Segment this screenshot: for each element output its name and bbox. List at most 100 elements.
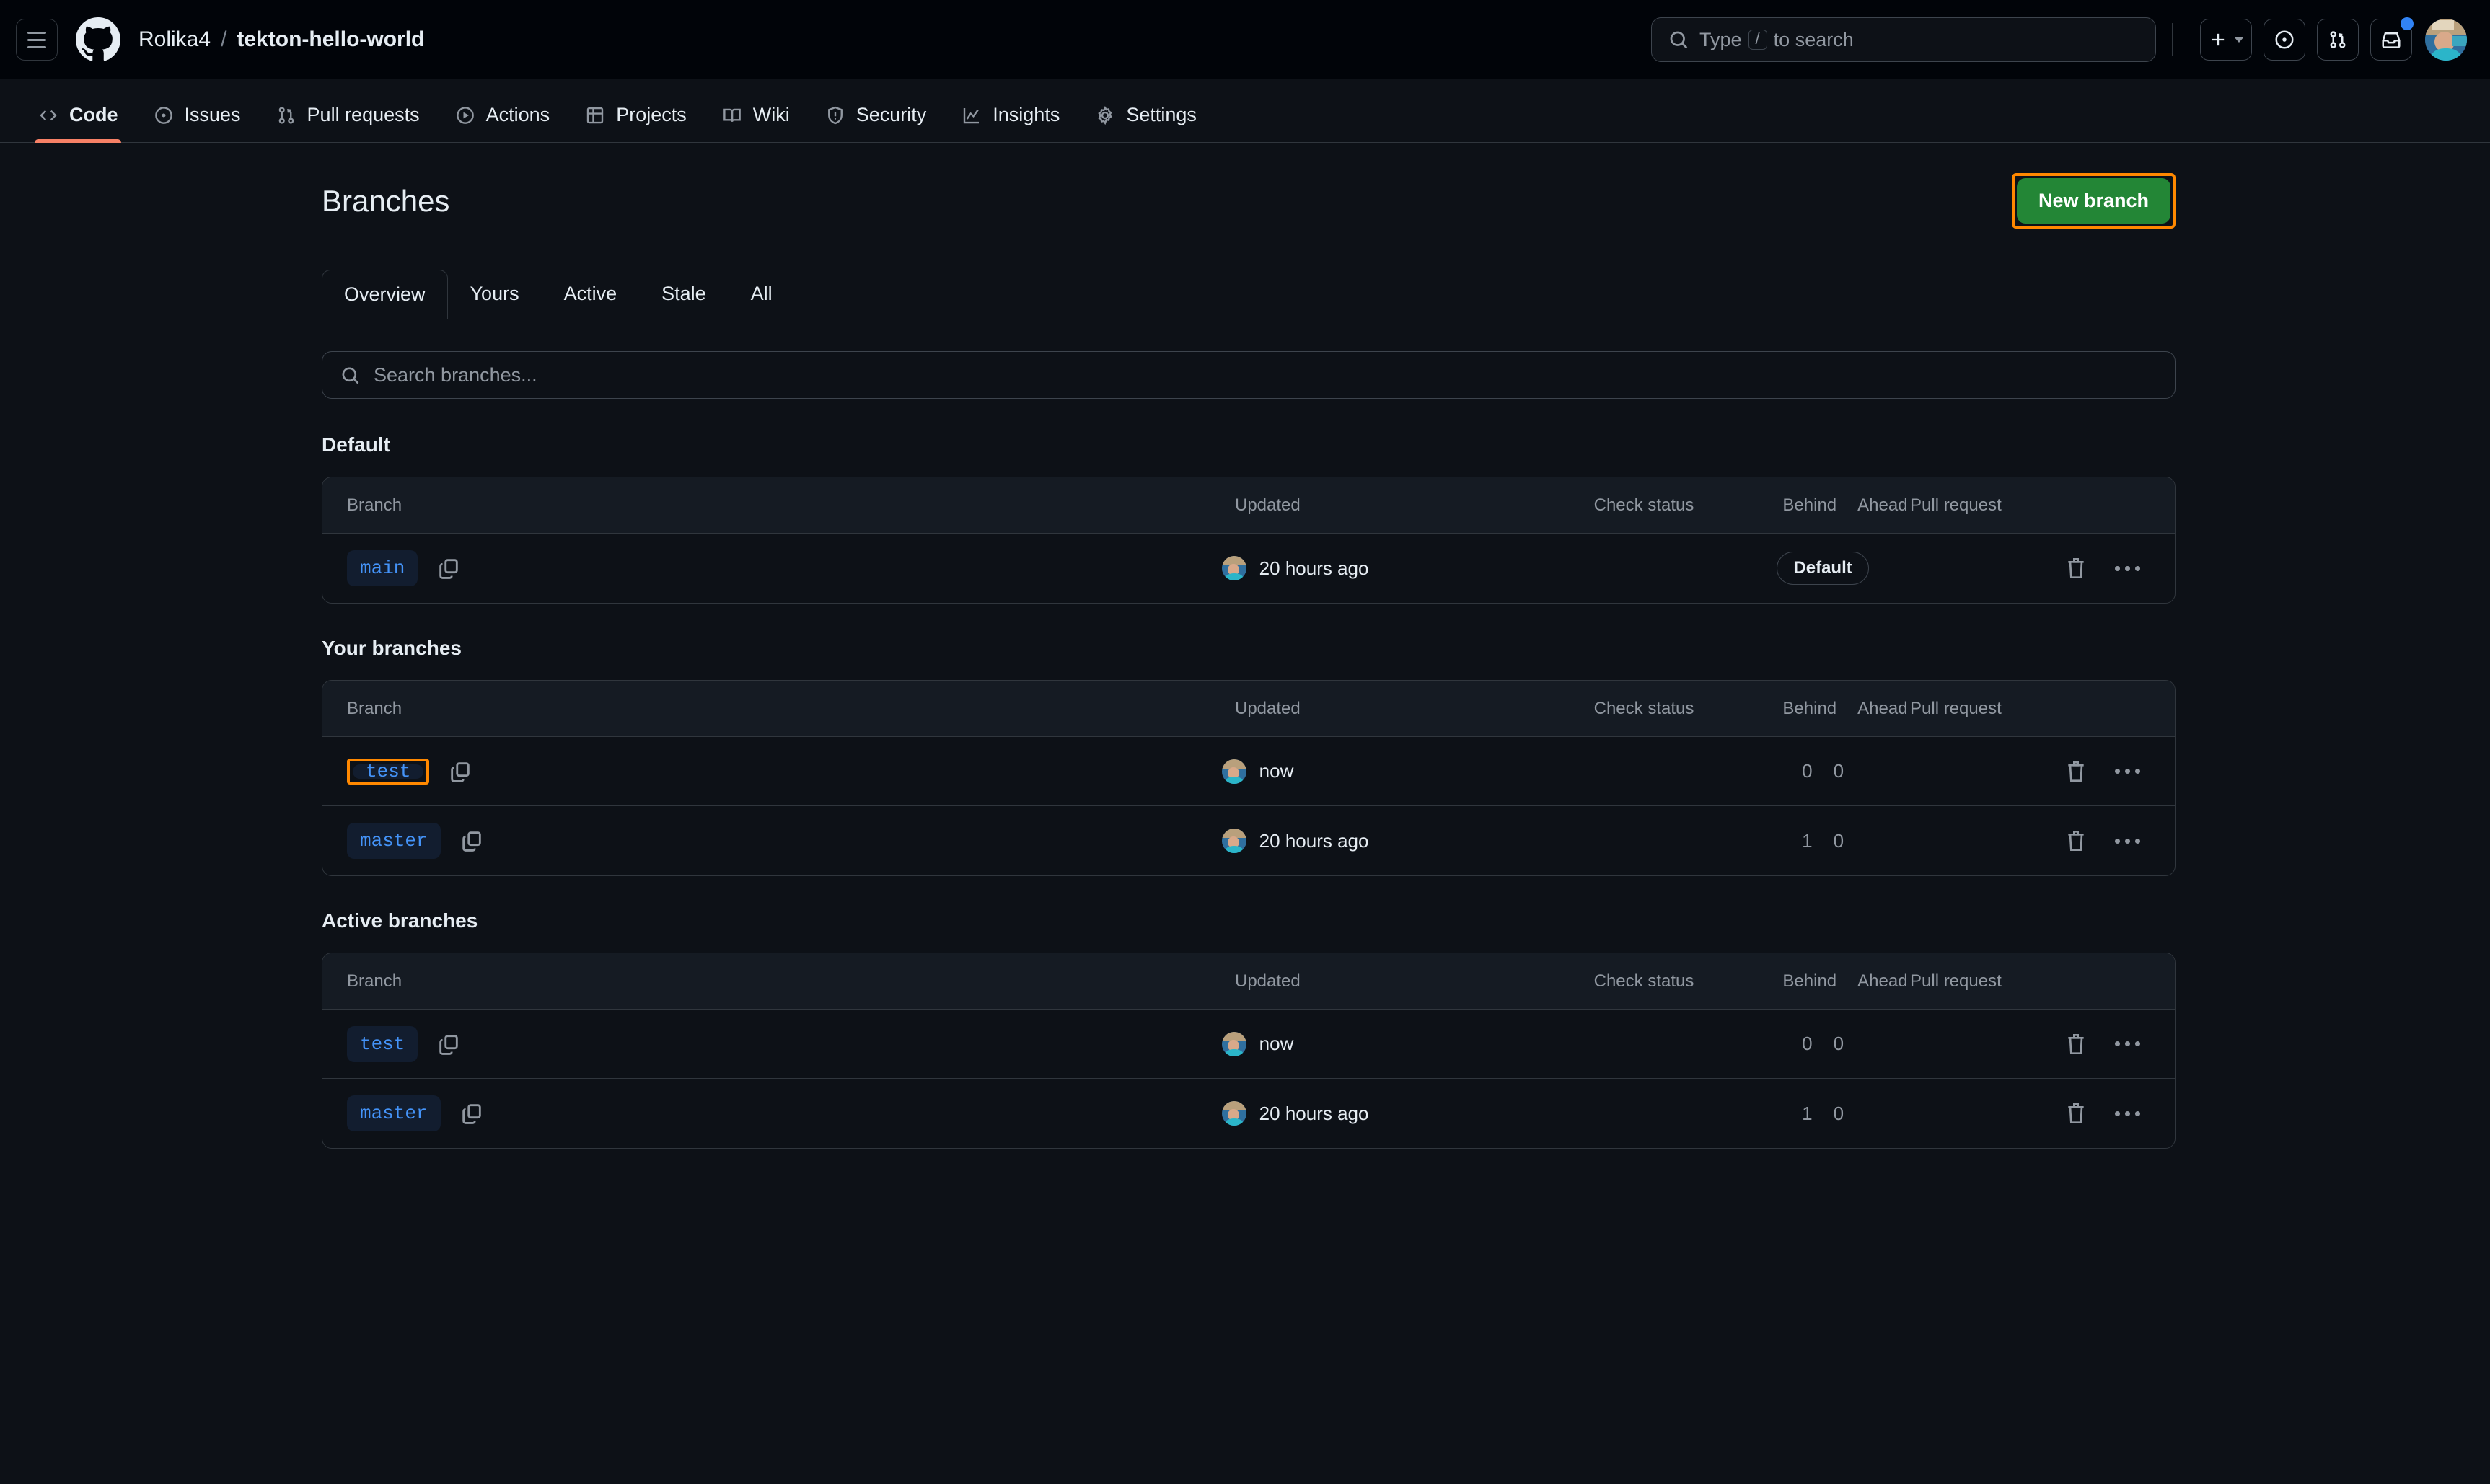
table-row: test now 0: [322, 737, 2175, 806]
column-header-branch: Branch: [322, 971, 1235, 991]
behind-ahead-cell: 0 0: [1759, 1023, 1886, 1065]
git-pull-request-icon: [2327, 29, 2349, 50]
git-pull-request-icon: [276, 105, 297, 126]
tab-projects[interactable]: Projects: [568, 104, 703, 142]
tab-stale[interactable]: Stale: [639, 269, 729, 319]
branch-link[interactable]: master: [347, 1095, 441, 1131]
table-header: Branch Updated Check status Behind Ahead…: [322, 953, 2175, 1010]
column-header-branch: Branch: [322, 699, 1235, 719]
tab-overview[interactable]: Overview: [322, 270, 448, 319]
column-header-ahead: Ahead: [1847, 495, 1907, 516]
row-actions: [2064, 828, 2175, 854]
more-options-icon[interactable]: [2112, 831, 2143, 851]
book-icon: [721, 105, 743, 126]
branch-link[interactable]: test: [353, 764, 423, 779]
github-logo-icon[interactable]: [74, 15, 123, 64]
behind-ahead-cell: 0 0: [1759, 751, 1886, 792]
tab-settings[interactable]: Settings: [1078, 104, 1213, 142]
table-row: test now 0: [322, 1010, 2175, 1079]
updated-time: 20 hours ago: [1259, 830, 1369, 852]
tab-security[interactable]: Security: [809, 104, 943, 142]
branch-link[interactable]: main: [347, 550, 418, 586]
tab-actions[interactable]: Actions: [439, 104, 566, 142]
header-divider: [2172, 23, 2173, 56]
graph-icon: [961, 105, 982, 126]
global-search-input[interactable]: Type / to search: [1651, 17, 2156, 62]
code-icon: [38, 105, 59, 126]
issue-opened-icon: [2274, 29, 2295, 50]
updated-cell: 20 hours ago: [1222, 1101, 1490, 1126]
column-header-behind: Behind: [1782, 495, 1847, 516]
copy-icon[interactable]: [459, 1101, 484, 1126]
breadcrumb-owner[interactable]: Rolika4: [138, 27, 211, 52]
behind-count: 1: [1802, 1092, 1823, 1134]
column-header-check-status: Check status: [1508, 971, 1780, 991]
trash-icon[interactable]: [2064, 759, 2088, 785]
table-row: master 20 hours ago 1: [322, 1079, 2175, 1148]
column-header-pull-request: Pull request: [1910, 699, 2090, 719]
trash-icon[interactable]: [2064, 1031, 2088, 1057]
avatar[interactable]: [2425, 19, 2467, 61]
your-pull-requests-button[interactable]: [2317, 19, 2359, 61]
avatar: [1222, 1032, 1246, 1056]
tab-pull-requests[interactable]: Pull requests: [260, 104, 436, 142]
updated-time: 20 hours ago: [1259, 557, 1369, 580]
copy-icon[interactable]: [436, 1032, 461, 1056]
tab-yours[interactable]: Yours: [448, 269, 542, 319]
section-title: Default: [322, 433, 2176, 456]
updated-cell: 20 hours ago: [1222, 829, 1490, 853]
updated-time: now: [1259, 1033, 1294, 1055]
search-branches-input[interactable]: Search branches...: [322, 351, 2176, 399]
branch-link[interactable]: master: [347, 823, 441, 859]
section-default: Default Branch Updated Check status Behi…: [322, 433, 2176, 604]
breadcrumb-repo[interactable]: tekton-hello-world: [237, 27, 424, 52]
play-icon: [454, 105, 476, 126]
avatar: [1222, 829, 1246, 853]
more-options-icon[interactable]: [2112, 1034, 2143, 1054]
tab-active[interactable]: Active: [542, 269, 640, 319]
tab-wiki[interactable]: Wiki: [705, 104, 806, 142]
trash-icon[interactable]: [2064, 828, 2088, 854]
behind-count: 0: [1802, 1023, 1823, 1065]
copy-icon[interactable]: [448, 759, 472, 784]
trash-icon[interactable]: [2064, 555, 2088, 581]
column-header-check-status: Check status: [1508, 699, 1780, 719]
copy-icon[interactable]: [459, 829, 484, 853]
branch-link[interactable]: test: [347, 1026, 418, 1062]
table-icon: [584, 105, 606, 126]
table-row: master 20 hours ago 1: [322, 806, 2175, 875]
updated-time: 20 hours ago: [1259, 1103, 1369, 1125]
more-options-icon[interactable]: [2112, 1104, 2143, 1123]
plus-icon: [2208, 30, 2228, 50]
page-title: Branches: [322, 184, 449, 218]
updated-cell: 20 hours ago: [1222, 556, 1490, 580]
table-header: Branch Updated Check status Behind Ahead…: [322, 477, 2175, 534]
notifications-button[interactable]: [2370, 19, 2412, 61]
tab-actions-label: Actions: [486, 104, 550, 126]
branch-cell: test: [322, 1026, 1222, 1062]
table-header: Branch Updated Check status Behind Ahead…: [322, 681, 2175, 737]
repository-nav: Code Issues Pull requests Actions Projec…: [0, 79, 2490, 143]
your-issues-button[interactable]: [2264, 19, 2305, 61]
avatar: [1222, 1101, 1246, 1126]
column-header-behind-ahead: Behind Ahead: [1780, 699, 1910, 719]
column-header-ahead: Ahead: [1847, 971, 1907, 991]
breadcrumb-separator: /: [221, 27, 226, 52]
more-options-icon[interactable]: [2112, 761, 2143, 781]
new-branch-button[interactable]: New branch: [2017, 178, 2170, 224]
row-actions: [2064, 1100, 2175, 1126]
ahead-count: 0: [1823, 1033, 1844, 1055]
column-header-behind: Behind: [1782, 971, 1847, 991]
hamburger-menu-icon[interactable]: [16, 19, 58, 61]
tab-all[interactable]: All: [729, 269, 795, 319]
column-header-behind: Behind: [1782, 699, 1847, 719]
more-options-icon[interactable]: [2112, 559, 2143, 578]
tab-code[interactable]: Code: [22, 104, 134, 142]
copy-icon[interactable]: [436, 556, 461, 580]
tab-pull-requests-label: Pull requests: [307, 104, 420, 126]
trash-icon[interactable]: [2064, 1100, 2088, 1126]
tab-insights[interactable]: Insights: [945, 104, 1075, 142]
create-new-button[interactable]: [2200, 19, 2252, 61]
behind-count: 1: [1802, 820, 1823, 862]
tab-issues[interactable]: Issues: [137, 104, 257, 142]
